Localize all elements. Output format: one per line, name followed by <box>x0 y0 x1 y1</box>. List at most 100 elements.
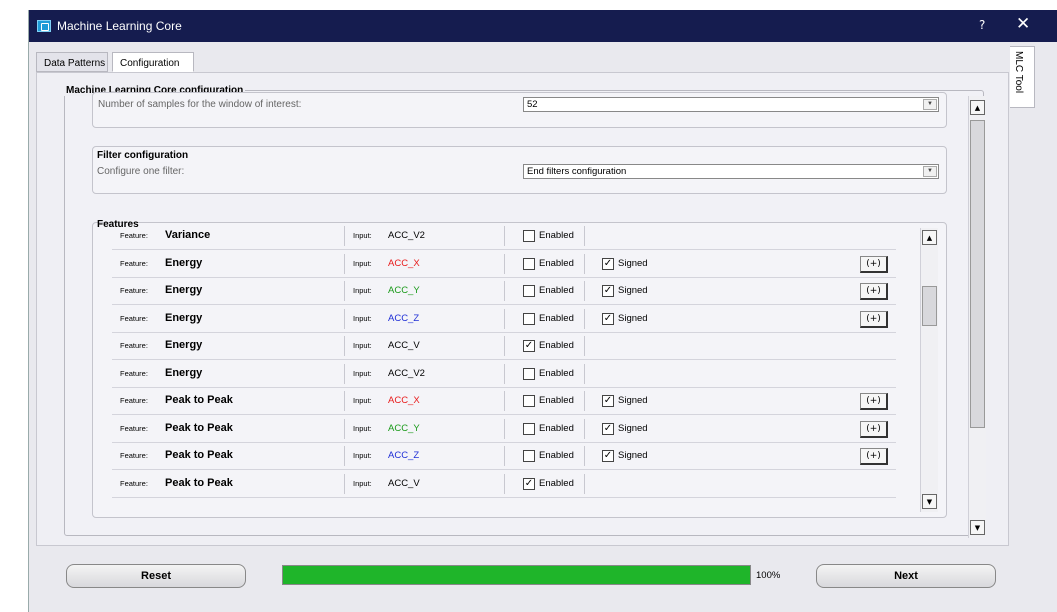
enabled-checkbox[interactable] <box>523 312 535 325</box>
enabled-checkbox[interactable]: ✓ <box>523 340 535 352</box>
feature-name: Energy <box>165 284 203 296</box>
expand-button[interactable]: (+) <box>860 310 888 328</box>
feature-name: Energy <box>165 311 203 324</box>
input-label: Input: <box>353 368 372 378</box>
feature-row: Feature: Energy Input: ACC_X Enabled ✓ Signed (… <box>112 251 896 278</box>
input-label: Input: <box>353 451 372 460</box>
feature-name: Peak to Peak <box>165 449 233 461</box>
signed-checkbox[interactable]: ✓ <box>602 422 614 435</box>
signed-label: Signed <box>618 285 648 296</box>
feature-row: Feature: Energy Input: ACC_Y Enabled ✓ Signed (… <box>112 278 896 305</box>
dropdown-arrow-icon[interactable]: ▼ <box>923 166 937 177</box>
dropdown-arrow-icon[interactable]: ▼ <box>923 99 937 110</box>
input-value: ACC_V2 <box>388 230 425 241</box>
help-button[interactable]: ? <box>979 18 985 32</box>
enabled-checkbox[interactable] <box>523 367 535 380</box>
features-scroll-thumb[interactable] <box>922 286 937 326</box>
row-separator <box>344 363 345 384</box>
signed-checkbox[interactable]: ✓ <box>602 450 614 462</box>
feature-name: Energy <box>165 339 203 351</box>
row-separator <box>504 308 505 329</box>
row-separator <box>504 473 505 494</box>
outer-scrollbar[interactable]: ▲ ▼ <box>968 96 986 538</box>
row-separator <box>584 226 585 246</box>
signed-label: Signed <box>618 395 648 406</box>
tab-configuration[interactable]: Configuration <box>112 52 194 72</box>
row-separator <box>584 391 585 411</box>
enabled-label: Enabled <box>539 367 574 379</box>
enabled-checkbox[interactable] <box>523 395 535 407</box>
scroll-down-arrow-icon[interactable]: ▼ <box>970 520 985 535</box>
scroll-up-arrow-icon[interactable]: ▲ <box>922 230 937 245</box>
enabled-label: Enabled <box>539 285 574 296</box>
side-tab-mlc-tool[interactable]: MLC Tool <box>1010 46 1035 108</box>
window-title: Machine Learning Core <box>57 19 182 33</box>
feature-row: Feature: Energy Input: ACC_V ✓ Enabled <box>112 333 896 360</box>
input-value: ACC_X <box>388 395 420 406</box>
features-scrollbar[interactable]: ▲ ▼ <box>920 228 938 512</box>
close-icon[interactable]: ✕ <box>1016 14 1030 34</box>
feature-label: Feature: <box>120 313 148 323</box>
input-value: ACC_Y <box>388 422 420 434</box>
row-separator <box>584 308 585 329</box>
feature-label: Feature: <box>120 451 148 460</box>
enabled-checkbox[interactable] <box>523 285 535 297</box>
row-separator <box>584 281 585 301</box>
input-label: Input: <box>353 313 372 323</box>
scroll-down-arrow-icon[interactable]: ▼ <box>922 494 937 509</box>
enabled-checkbox[interactable] <box>523 450 535 462</box>
row-separator <box>584 446 585 466</box>
input-label: Input: <box>353 396 372 405</box>
row-separator <box>584 473 585 494</box>
next-button[interactable]: Next <box>816 564 996 588</box>
row-separator <box>344 253 345 274</box>
row-separator <box>344 391 345 411</box>
feature-row: Feature: Energy Input: ACC_V2 Enabled <box>112 361 896 388</box>
signed-label: Signed <box>618 312 648 324</box>
input-value: ACC_V <box>388 477 420 489</box>
feature-label: Feature: <box>120 286 148 295</box>
window-size-combo[interactable]: 52 ▼ <box>523 97 939 112</box>
signed-checkbox[interactable]: ✓ <box>602 395 614 407</box>
expand-button[interactable]: (+) <box>860 283 888 300</box>
row-separator <box>504 418 505 439</box>
filter-value: End filters configuration <box>527 166 627 177</box>
enabled-label: Enabled <box>539 395 574 406</box>
expand-button[interactable]: (+) <box>860 255 888 273</box>
row-separator <box>504 363 505 384</box>
feature-name: Peak to Peak <box>165 421 233 434</box>
enabled-checkbox[interactable] <box>523 230 535 242</box>
feature-row: Feature: Energy Input: ACC_Z Enabled ✓ Signed (… <box>112 306 896 333</box>
input-label: Input: <box>353 231 372 240</box>
progress-text: 100% <box>756 570 781 581</box>
feature-label: Feature: <box>120 368 148 378</box>
expand-button[interactable]: (+) <box>860 420 888 438</box>
outer-scroll-thumb[interactable] <box>970 120 985 428</box>
app-icon <box>37 20 51 32</box>
signed-checkbox[interactable]: ✓ <box>602 257 614 270</box>
enabled-checkbox[interactable]: ✓ <box>523 477 535 490</box>
window-label: Number of samples for the window of inte… <box>98 99 302 110</box>
enabled-label: Enabled <box>539 230 574 241</box>
row-separator <box>504 391 505 411</box>
filter-combo[interactable]: End filters configuration ▼ <box>523 164 939 179</box>
enabled-label: Enabled <box>539 422 574 434</box>
signed-checkbox[interactable]: ✓ <box>602 312 614 325</box>
row-separator <box>344 308 345 329</box>
signed-checkbox[interactable]: ✓ <box>602 285 614 297</box>
reset-button[interactable]: Reset <box>66 564 246 588</box>
enabled-label: Enabled <box>539 477 574 489</box>
input-value: ACC_V <box>388 340 420 351</box>
input-value: ACC_X <box>388 257 420 269</box>
row-separator <box>344 473 345 494</box>
tab-data-patterns[interactable]: Data Patterns <box>36 52 108 72</box>
row-separator <box>344 446 345 466</box>
expand-button[interactable]: (+) <box>860 393 888 410</box>
scroll-up-arrow-icon[interactable]: ▲ <box>970 100 985 115</box>
row-separator <box>344 418 345 439</box>
feature-name: Energy <box>165 366 203 379</box>
input-value: ACC_Z <box>388 450 420 461</box>
expand-button[interactable]: (+) <box>860 448 888 465</box>
enabled-checkbox[interactable] <box>523 422 535 435</box>
enabled-checkbox[interactable] <box>523 257 535 270</box>
